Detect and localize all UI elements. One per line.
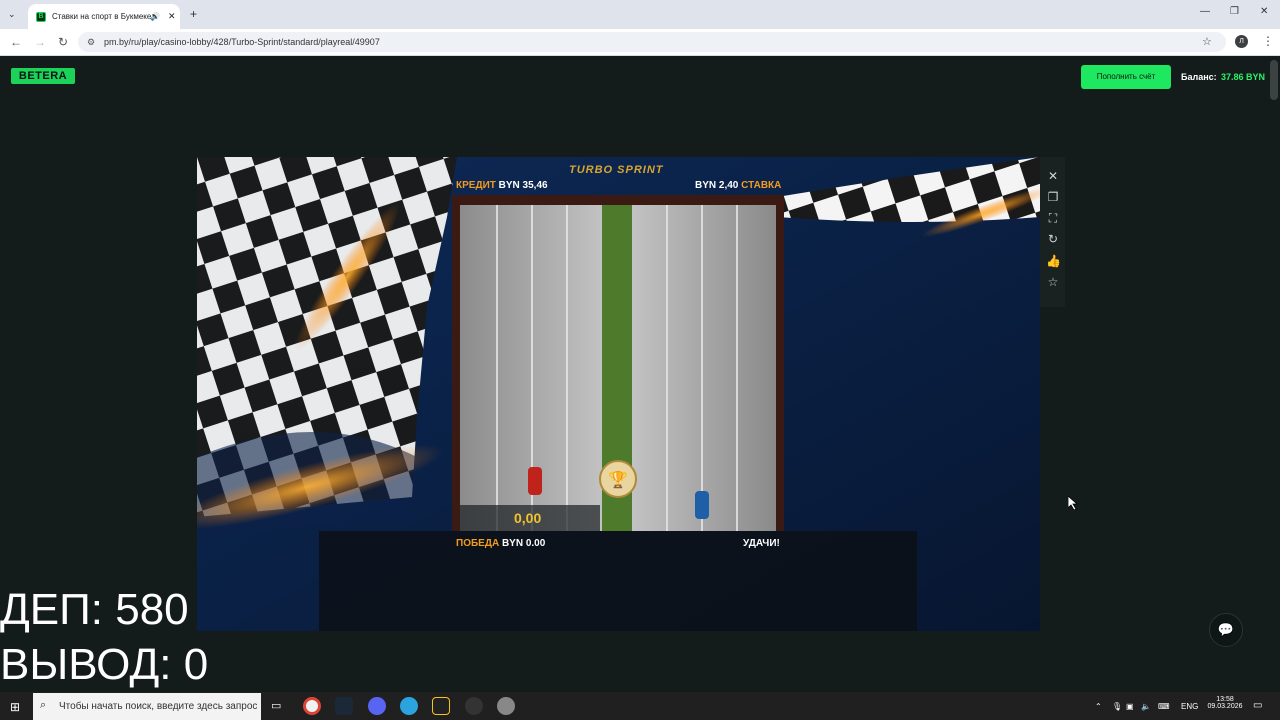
fullscreen-icon[interactable]: ⛶ bbox=[1046, 211, 1060, 226]
red-car bbox=[528, 467, 542, 495]
speaker-icon[interactable]: 🔊 bbox=[150, 12, 160, 21]
close-window-button[interactable]: ✕ bbox=[1260, 6, 1268, 17]
copy-icon[interactable]: ❐ bbox=[1046, 190, 1060, 204]
new-tab-button[interactable]: + bbox=[190, 7, 197, 21]
good-luck-text: УДАЧИ! bbox=[743, 538, 780, 549]
balance-value: 37.86 BYN bbox=[1221, 72, 1266, 82]
credit-label: КРЕДИТ bbox=[456, 180, 496, 191]
win-display: ПОБЕДА BYN 0.00 bbox=[456, 538, 545, 549]
like-icon[interactable]: 👍 bbox=[1046, 254, 1061, 268]
tab-search-icon[interactable]: ⌄ bbox=[8, 9, 16, 20]
forward-icon[interactable]: → bbox=[34, 35, 46, 49]
language-indicator[interactable]: ENG bbox=[1181, 702, 1198, 711]
search-placeholder: Чтобы начать поиск, введите здесь запрос bbox=[59, 701, 258, 712]
address-bar[interactable]: pm.by/ru/play/casino-lobby/428/Turbo-Spr… bbox=[78, 32, 1226, 52]
keyboard-icon[interactable]: ⌨ bbox=[1158, 702, 1170, 711]
tray-arrow-icon[interactable]: ⌃ bbox=[1095, 702, 1102, 711]
svg-text:🏆: 🏆 bbox=[608, 470, 628, 489]
win-label: ПОБЕДА bbox=[456, 538, 500, 549]
credit-value: BYN 35,46 bbox=[498, 180, 548, 191]
clock-time: 13:58 bbox=[1216, 696, 1234, 703]
site-favicon-icon: B bbox=[36, 11, 46, 22]
volume-icon[interactable]: 🔈 bbox=[1141, 702, 1151, 711]
app-icon[interactable] bbox=[432, 697, 450, 715]
browser-tab[interactable]: B Ставки на спорт в Букмеке 🔊 ✕ bbox=[28, 4, 180, 29]
site-settings-icon[interactable]: ⚙ bbox=[87, 37, 95, 48]
profile-avatar[interactable]: Л bbox=[1235, 35, 1248, 48]
telegram-icon[interactable] bbox=[400, 697, 418, 715]
favorite-star-icon[interactable]: ☆ bbox=[1046, 275, 1060, 289]
refresh-icon[interactable]: ↻ bbox=[1046, 232, 1060, 246]
obs-icon[interactable] bbox=[465, 697, 483, 715]
windows-start-icon[interactable]: ⊞ bbox=[10, 700, 20, 714]
game-title: TURBO SPRINT bbox=[569, 164, 664, 176]
network-icon[interactable]: ▣ bbox=[1126, 702, 1134, 711]
betera-logo[interactable]: BETERA bbox=[11, 68, 75, 84]
minimize-button[interactable]: — bbox=[1200, 6, 1210, 17]
tab-title: Ставки на спорт в Букмеке bbox=[52, 12, 152, 21]
game-scene: 🏆 bbox=[197, 157, 1040, 631]
back-icon[interactable]: ← bbox=[10, 35, 22, 49]
bookmark-star-icon[interactable]: ☆ bbox=[1202, 35, 1212, 48]
search-icon: ⌕ bbox=[40, 699, 47, 711]
bet-label: СТАВКА bbox=[741, 180, 782, 191]
clock-date: 09.03.2026 bbox=[1207, 703, 1243, 710]
taskbar-search[interactable]: Чтобы начать поиск, введите здесь запрос bbox=[33, 693, 261, 720]
balance-label: Баланс: bbox=[1181, 72, 1217, 82]
win-value: BYN 0.00 bbox=[501, 538, 546, 549]
notifications-icon[interactable]: ▭ bbox=[1253, 700, 1262, 711]
discord-icon[interactable] bbox=[368, 697, 386, 715]
scrollbar[interactable] bbox=[1270, 60, 1278, 100]
deposit-button[interactable]: Пополнить счёт bbox=[1081, 65, 1171, 89]
deposit-overlay: ДЕП: 580 bbox=[0, 585, 189, 634]
credit-display: КРЕДИТ BYN 35,46 bbox=[456, 180, 548, 191]
game-frame[interactable]: 🏆 bbox=[197, 157, 1040, 631]
win-counter: 0,00 bbox=[514, 510, 542, 526]
withdraw-overlay: ВЫВОД: 0 bbox=[0, 640, 209, 689]
browser-menu-icon[interactable]: ⋮ bbox=[1262, 34, 1274, 48]
tab-close-icon[interactable]: ✕ bbox=[168, 11, 176, 22]
close-icon[interactable]: ✕ bbox=[1046, 169, 1060, 183]
chrome-icon[interactable] bbox=[303, 697, 321, 715]
reload-icon[interactable]: ↻ bbox=[58, 35, 68, 49]
bet-display[interactable]: BYN 2,40 СТАВКА bbox=[695, 180, 781, 191]
restore-button[interactable]: ❐ bbox=[1230, 6, 1239, 17]
blue-car bbox=[695, 491, 709, 519]
url-text: pm.by/ru/play/casino-lobby/428/Turbo-Spr… bbox=[104, 37, 380, 47]
chat-button[interactable]: 💬 bbox=[1209, 613, 1243, 647]
vpn-icon[interactable] bbox=[497, 697, 515, 715]
microphone-icon[interactable]: 🎙 bbox=[1112, 702, 1122, 711]
task-view-icon[interactable]: ▭ bbox=[271, 699, 281, 712]
mouse-cursor bbox=[1068, 496, 1078, 510]
steam-icon[interactable] bbox=[335, 697, 353, 715]
bet-value: BYN 2,40 bbox=[695, 180, 739, 191]
clock[interactable]: 13:58 09.03.2026 bbox=[1203, 696, 1247, 710]
